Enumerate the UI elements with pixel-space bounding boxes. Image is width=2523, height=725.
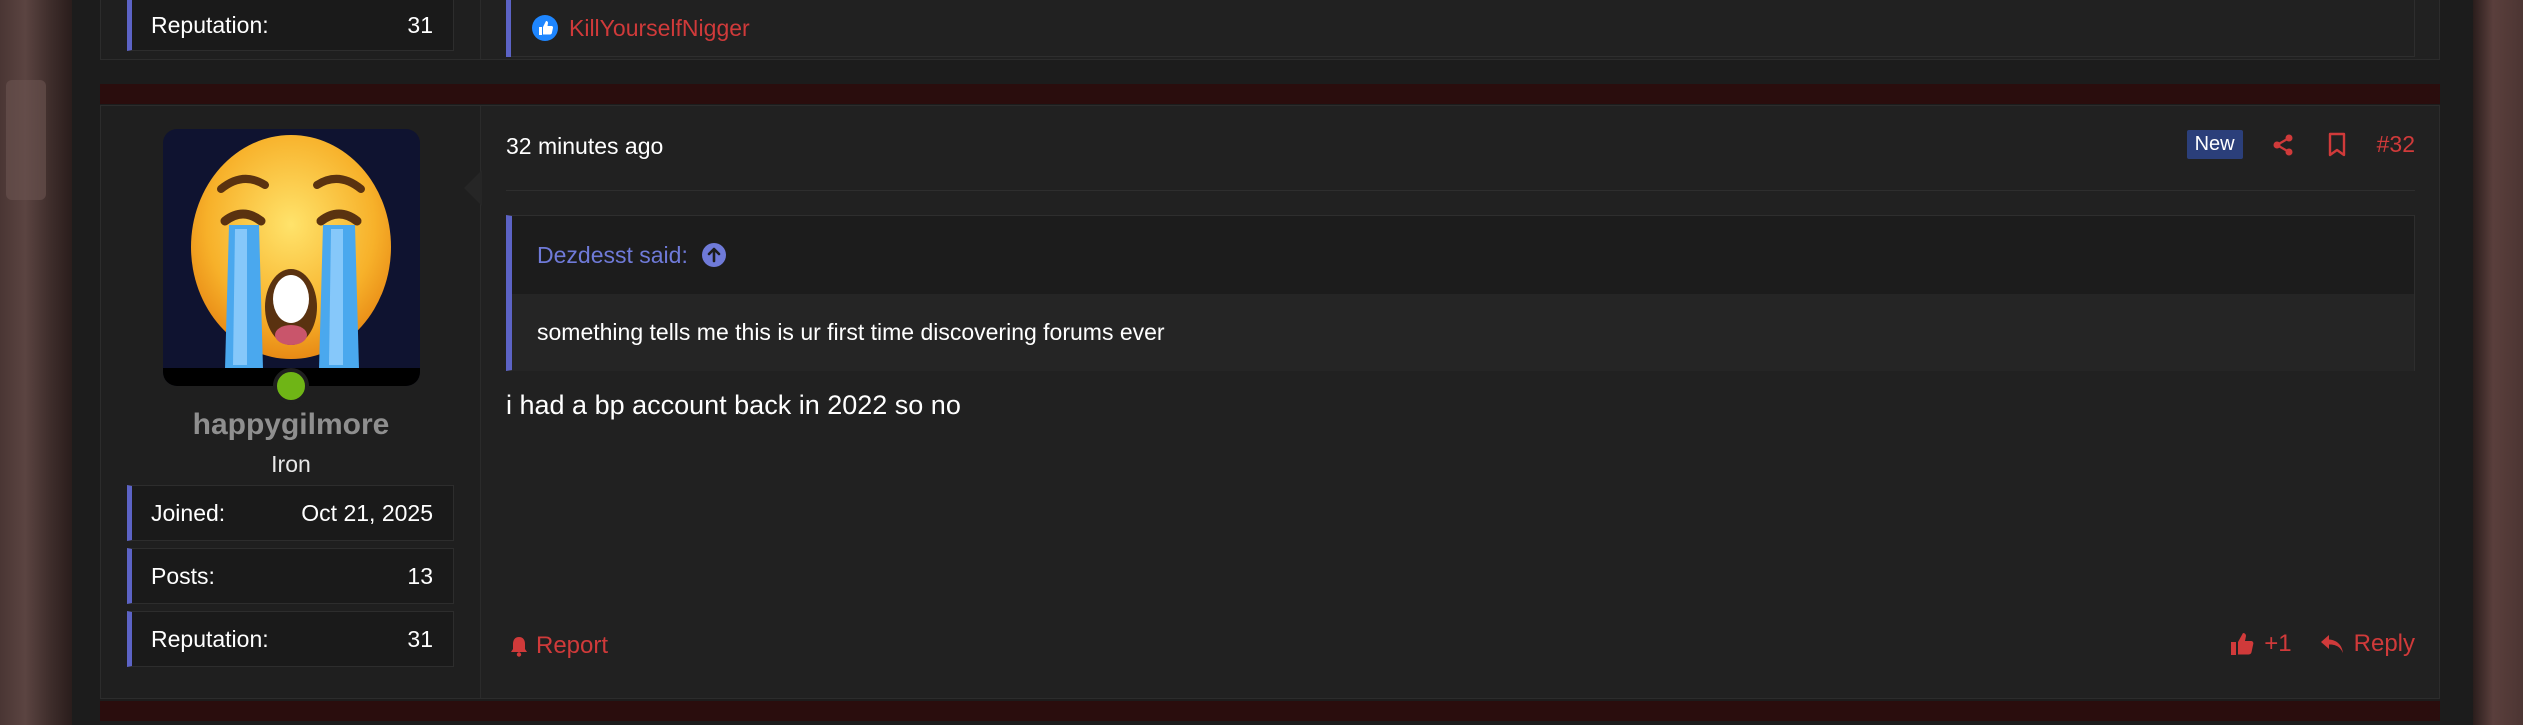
new-badge: New — [2186, 130, 2243, 159]
forum-post: happygilmore Iron Joined: Oct 21, 2025 P… — [100, 105, 2440, 699]
liked-by-user-link[interactable]: KillYourselfNigger — [569, 15, 750, 42]
post-number-link[interactable]: #32 — [2377, 131, 2415, 158]
previous-post-main-cell: KillYourselfNigger — [482, 0, 2439, 59]
reply-arrow-icon — [2318, 630, 2346, 658]
bookmark-icon[interactable] — [2323, 131, 2351, 159]
stat-value: 31 — [407, 625, 433, 652]
stat-value: 13 — [407, 562, 433, 589]
online-status-indicator — [273, 368, 309, 404]
reply-button[interactable]: Reply — [2318, 630, 2415, 658]
arrow-up-circle-icon[interactable] — [700, 241, 728, 269]
quote-block: Dezdesst said: something tells me this i… — [506, 215, 2415, 371]
quote-author[interactable]: Dezdesst said: — [537, 242, 688, 269]
reply-label: Reply — [2353, 630, 2415, 657]
thumbs-up-icon — [2228, 630, 2256, 658]
user-title: Iron — [271, 451, 311, 477]
post-header-divider — [506, 190, 2415, 191]
post-pointer-arrow — [464, 170, 482, 206]
post-separator — [100, 701, 2440, 721]
quote-header[interactable]: Dezdesst said: — [512, 216, 2414, 294]
previous-post-user-cell: Reputation: 31 — [101, 0, 481, 59]
post-footer-actions: +1 Reply — [2228, 630, 2415, 658]
background-left — [0, 0, 72, 725]
user-stat-reputation: Reputation: 31 — [127, 611, 454, 667]
post-body: i had a bp account back in 2022 so no — [506, 390, 961, 420]
user-stat-reputation: Reputation: 31 — [127, 0, 454, 51]
stat-label: Reputation: — [151, 11, 269, 38]
thread-container: Reputation: 31 KillYourselfNigger happyg… — [72, 0, 2473, 725]
reaction-count: +1 — [2264, 630, 2292, 657]
quote-content: something tells me this is ur first time… — [512, 294, 2414, 371]
stat-value: 31 — [407, 11, 433, 38]
post-timestamp-link[interactable]: 32 minutes ago — [506, 133, 663, 160]
report-button[interactable]: Report — [508, 632, 608, 660]
background-right — [2473, 0, 2523, 725]
avatar[interactable] — [163, 129, 420, 386]
reactions-bar — [506, 0, 2415, 57]
stat-label: Joined: — [151, 499, 226, 526]
user-stat-joined: Joined: Oct 21, 2025 — [127, 485, 454, 541]
stat-label: Reputation: — [151, 625, 269, 652]
bell-icon — [508, 632, 530, 660]
crying-face-emoji-icon — [191, 135, 391, 369]
previous-post: Reputation: 31 KillYourselfNigger — [100, 0, 2440, 60]
post-main-cell: 32 minutes ago New #32 Dezdesst said: so… — [464, 106, 2439, 698]
username-link[interactable]: happygilmore — [101, 408, 481, 442]
report-label: Report — [536, 632, 609, 659]
post-header-actions: New #32 — [2186, 130, 2415, 159]
stat-value: Oct 21, 2025 — [301, 499, 433, 526]
like-button[interactable]: +1 — [2228, 630, 2292, 658]
stat-label: Posts: — [151, 562, 215, 589]
post-user-cell: happygilmore Iron Joined: Oct 21, 2025 P… — [101, 106, 481, 698]
post-separator — [100, 84, 2440, 104]
user-stat-posts: Posts: 13 — [127, 548, 454, 604]
like-reaction-icon — [531, 14, 559, 42]
reactions-list: KillYourselfNigger — [506, 0, 750, 57]
share-icon[interactable] — [2269, 131, 2297, 159]
